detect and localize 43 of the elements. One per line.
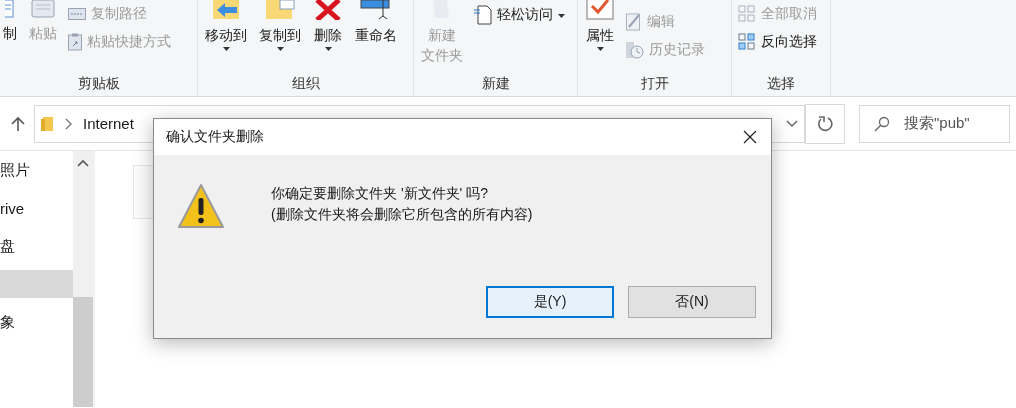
group-label: 组织 — [291, 74, 320, 93]
path-icon — [68, 8, 86, 20]
ribbon-button[interactable]: 复制到 — [256, 0, 304, 72]
nav-item[interactable]: rive — [0, 189, 73, 227]
dialog-message: 你确定要删除文件夹 '新文件夹' 吗? — [271, 185, 489, 203]
document-icon — [474, 5, 492, 25]
refresh-icon — [817, 114, 834, 133]
breadcrumb[interactable]: Internet — [83, 115, 134, 132]
clipboard-icon — [30, 0, 56, 18]
folder-icon — [41, 115, 55, 132]
nav-item[interactable]: 照片 — [0, 151, 73, 189]
rename-icon — [359, 0, 393, 20]
ribbon-button[interactable]: 重命名 — [352, 0, 400, 72]
group-label: 打开 — [640, 74, 669, 93]
delete-icon — [313, 0, 343, 20]
invert-selection-icon — [738, 33, 756, 51]
group-label: 选择 — [767, 74, 795, 93]
ribbon-button[interactable]: 制 — [0, 0, 20, 72]
chevron-right-icon — [65, 117, 73, 130]
dialog-detail: (删除文件夹将会删除它所包含的所有内容) — [271, 206, 533, 224]
group-label: 新建 — [481, 74, 510, 93]
clipboard-icon — [68, 33, 82, 51]
ribbon-button[interactable]: 移动到 — [202, 0, 250, 72]
search-field[interactable]: 搜索"pub" — [859, 104, 1010, 143]
nav-item[interactable]: 盘 — [0, 227, 73, 265]
edit-icon — [626, 13, 642, 31]
ribbon-button[interactable]: 删除 — [310, 0, 346, 72]
dialog-title: 确认文件夹删除 — [166, 128, 265, 146]
nav-item[interactable]: 象 — [0, 303, 73, 341]
group-label: 剪贴板 — [77, 74, 120, 93]
history-icon — [626, 41, 644, 59]
select-none-icon — [738, 5, 756, 23]
dialog-button[interactable]: 是(Y) — [486, 286, 614, 318]
scrollbar-thumb[interactable] — [73, 297, 93, 407]
dialog-button[interactable]: 否(N) — [628, 286, 756, 318]
refresh-button[interactable] — [805, 103, 845, 144]
ribbon-button[interactable]: 反向选择 — [736, 32, 819, 52]
search-icon — [874, 115, 890, 132]
scroll-up-icon[interactable] — [77, 159, 89, 167]
warning-icon — [178, 183, 224, 229]
ribbon-button[interactable]: 属性 — [582, 0, 618, 72]
ribbon-button[interactable]: 轻松访问 — [472, 4, 567, 26]
chevron-down-icon[interactable] — [786, 119, 799, 128]
